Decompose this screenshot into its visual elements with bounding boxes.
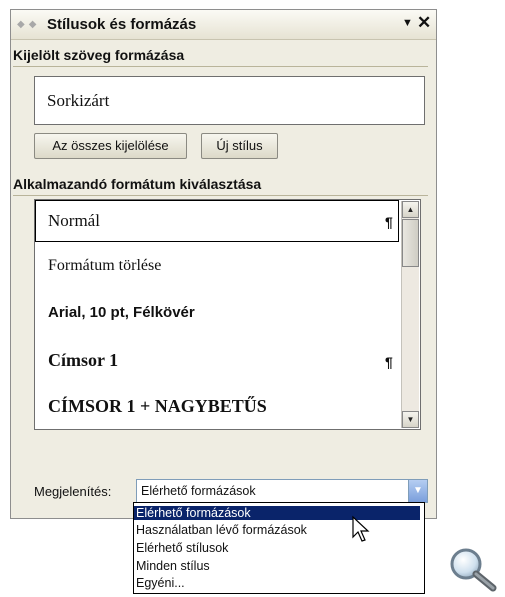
current-format-box[interactable]: Sorkizárt [34, 76, 425, 125]
select-all-button[interactable]: Az összes kijelölése [34, 133, 187, 159]
list-item[interactable]: Arial, 10 pt, Félkövér [48, 304, 195, 321]
new-style-button[interactable]: Új stílus [201, 133, 278, 159]
option-all-styles[interactable]: Minden stílus [136, 559, 210, 573]
paragraph-mark-icon: ¶ [385, 214, 393, 230]
paragraph-mark-icon: ¶ [385, 354, 393, 370]
scrollbar-thumb[interactable] [402, 219, 419, 267]
option-custom[interactable]: Egyéni... [136, 576, 185, 590]
display-label: Megjelenítés: [34, 484, 112, 499]
vertical-scrollbar[interactable]: ▲ ▼ [401, 201, 419, 428]
magnifier-icon[interactable] [448, 546, 500, 592]
pane-title: Stílusok és formázás [47, 16, 197, 33]
selected-text-heading: Kijelölt szöveg formázása [13, 47, 185, 63]
down-arrow-icon[interactable]: ▼ [402, 411, 419, 428]
current-format-text: Sorkizárt [47, 91, 110, 110]
display-options-list[interactable]: Elérhető formázások Használatban lévő fo… [133, 502, 425, 594]
list-item[interactable]: Címsor 1 [48, 350, 118, 371]
list-item[interactable]: Normál [48, 211, 100, 231]
mouse-pointer-icon [352, 515, 370, 542]
chevron-down-icon[interactable]: ▼ [408, 480, 427, 502]
pane-menu-icon[interactable]: ▼ [402, 17, 413, 29]
back-forward-icons[interactable]: ◆◆ [17, 19, 40, 30]
option-available-formatting[interactable]: Elérhető formázások [134, 506, 420, 520]
divider [13, 66, 428, 67]
pane-title-bar: ◆◆ Stílusok és formázás ▼ ✕ [11, 10, 436, 40]
divider [13, 195, 428, 196]
display-select-value: Elérhető formázások [141, 484, 256, 498]
up-arrow-icon[interactable]: ▲ [402, 201, 419, 218]
close-icon[interactable]: ✕ [417, 13, 431, 33]
option-available-styles[interactable]: Elérhető stílusok [136, 541, 228, 555]
styles-and-formatting-pane: ◆◆ Stílusok és formázás ▼ ✕ Kijelölt szö… [10, 9, 437, 519]
option-formatting-in-use[interactable]: Használatban lévő formázások [136, 523, 307, 537]
list-item[interactable]: Formátum törlése [48, 257, 161, 275]
display-select[interactable]: Elérhető formázások ▼ [136, 479, 428, 503]
list-item[interactable]: CÍMSOR 1 + NAGYBETŰS [48, 396, 267, 417]
format-list[interactable]: Normál ¶ Formátum törlése Arial, 10 pt, … [34, 199, 421, 430]
apply-format-heading: Alkalmazandó formátum kiválasztása [13, 176, 262, 192]
